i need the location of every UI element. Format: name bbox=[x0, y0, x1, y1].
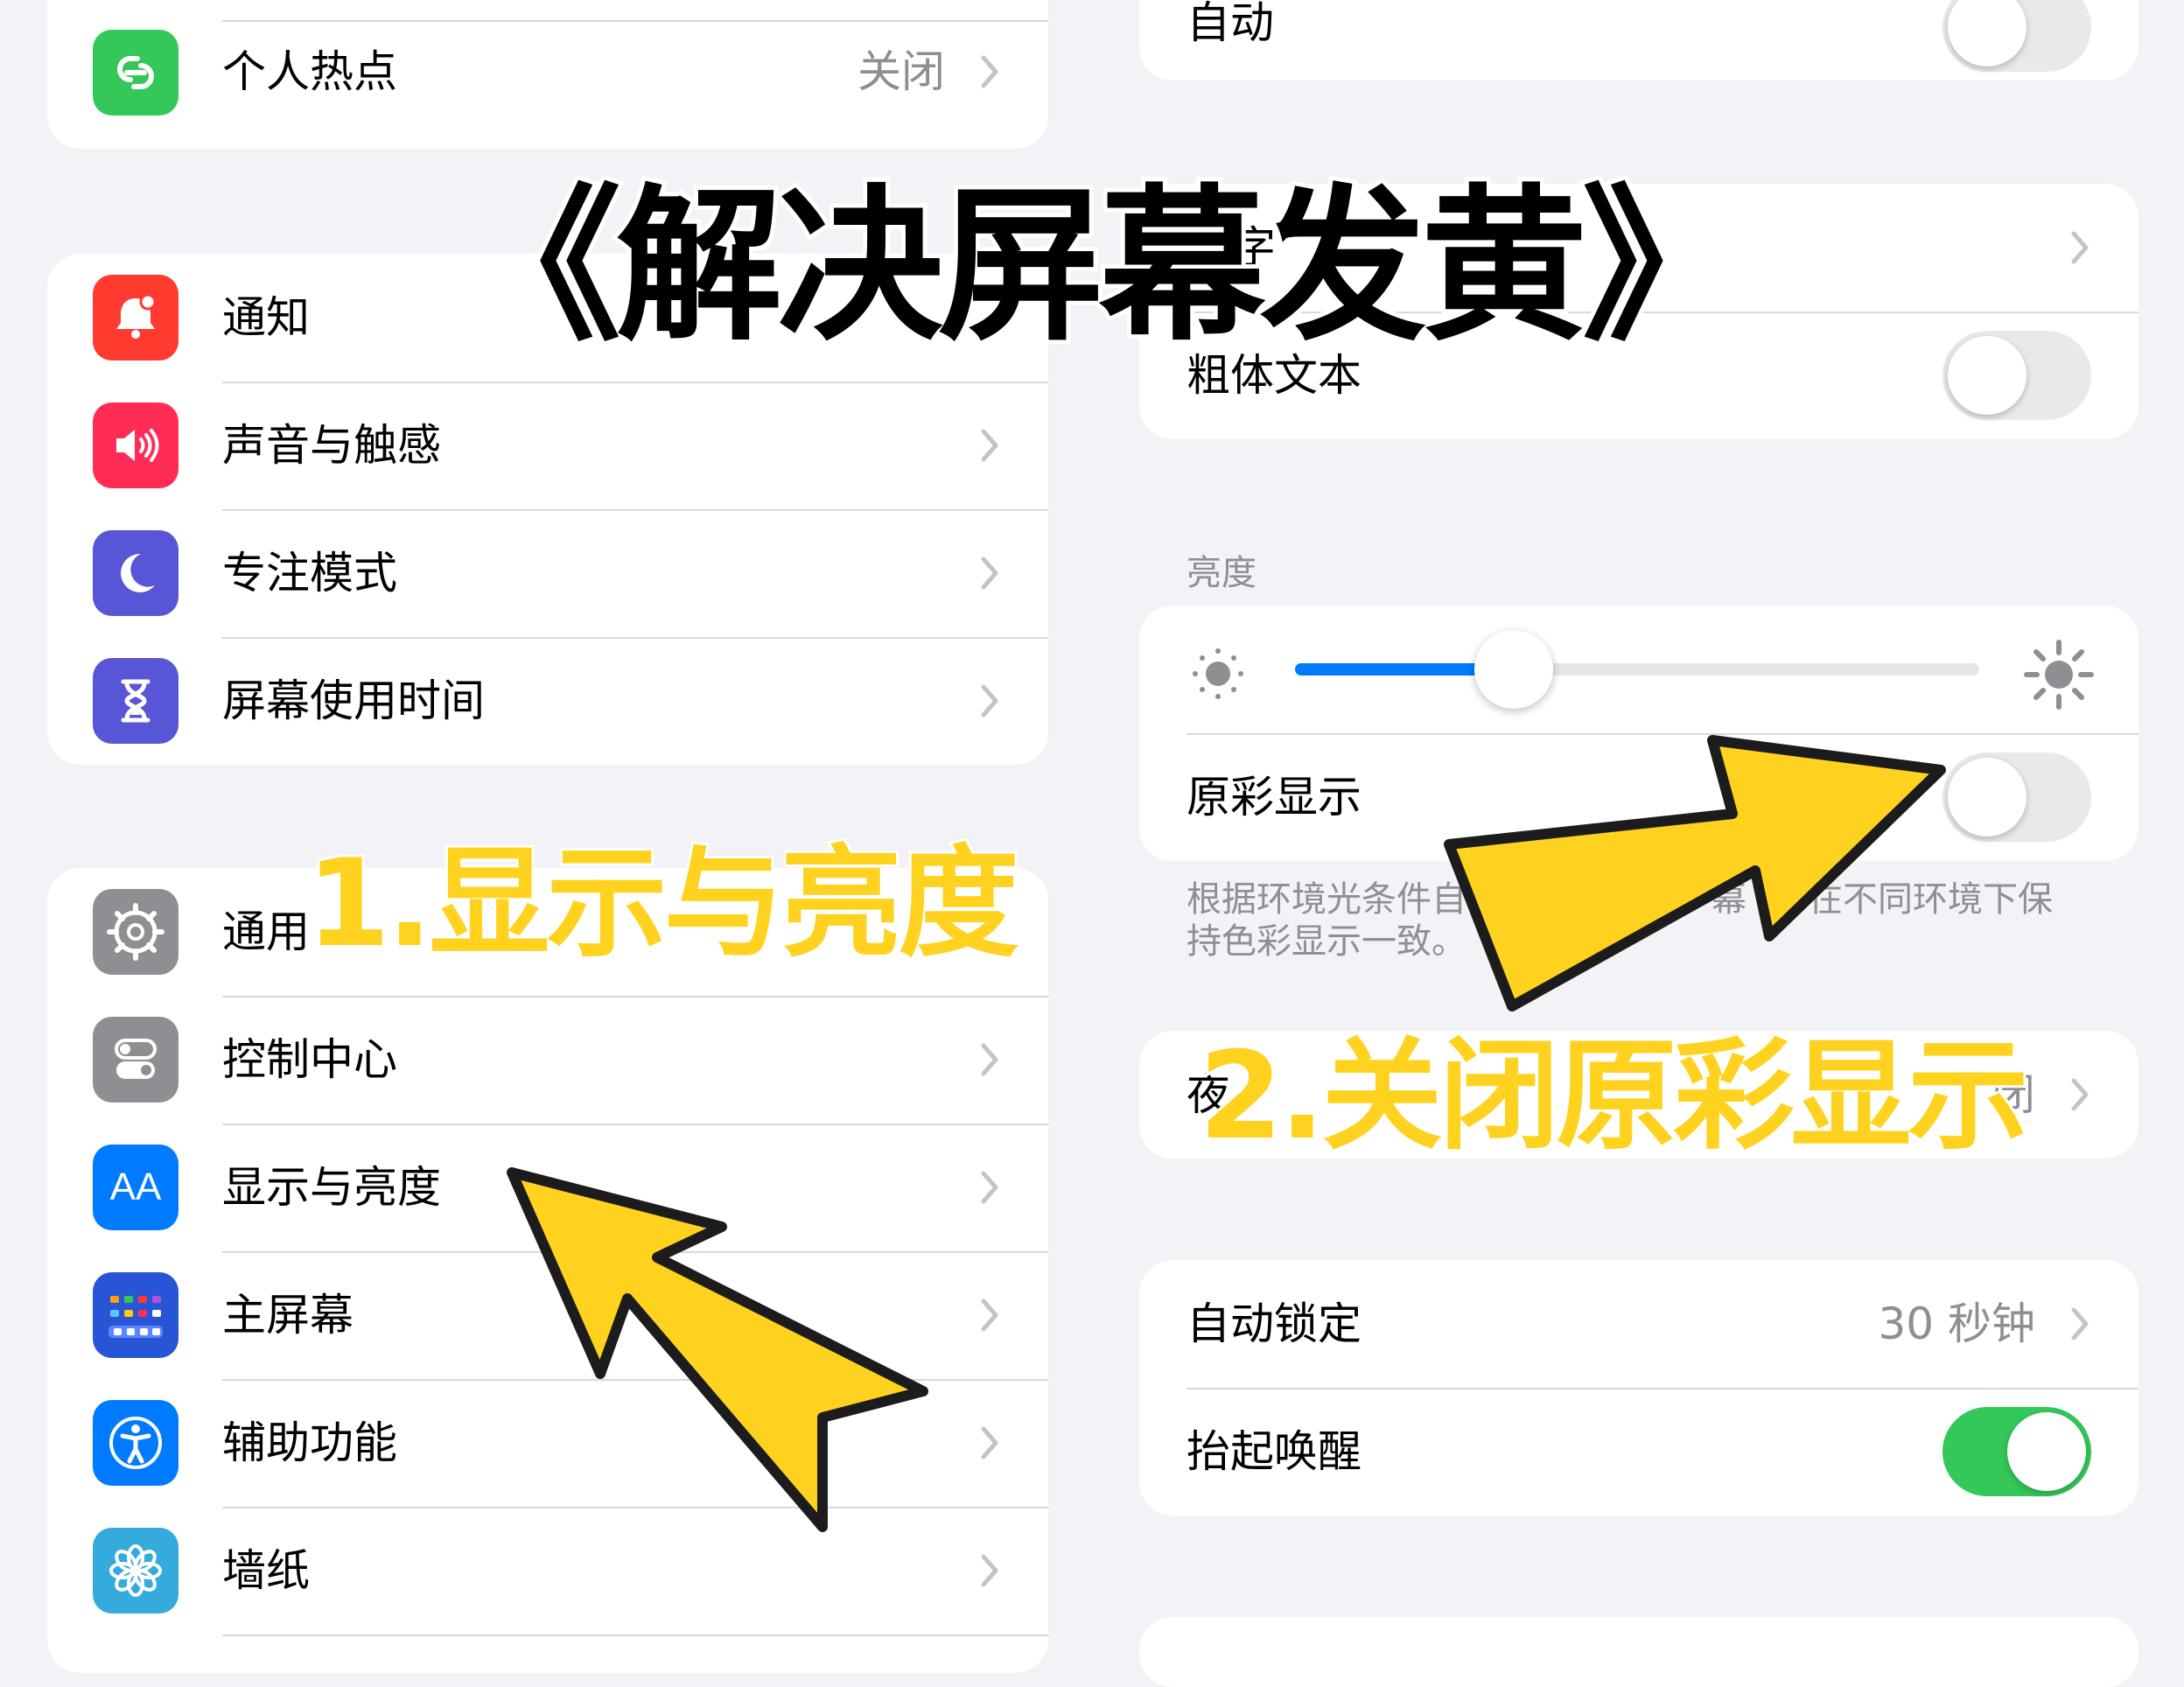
overlay-step-2: 2.关闭原彩显示 bbox=[1196, 1023, 2031, 1169]
arrow-to-true-tone-icon bbox=[1444, 735, 1946, 1012]
arrow-to-display-icon bbox=[507, 1167, 928, 1532]
overlay-title: 《解决屏幕发黄》 bbox=[451, 165, 1753, 368]
overlay-step-1: 1.显示与亮度 bbox=[304, 830, 1021, 976]
